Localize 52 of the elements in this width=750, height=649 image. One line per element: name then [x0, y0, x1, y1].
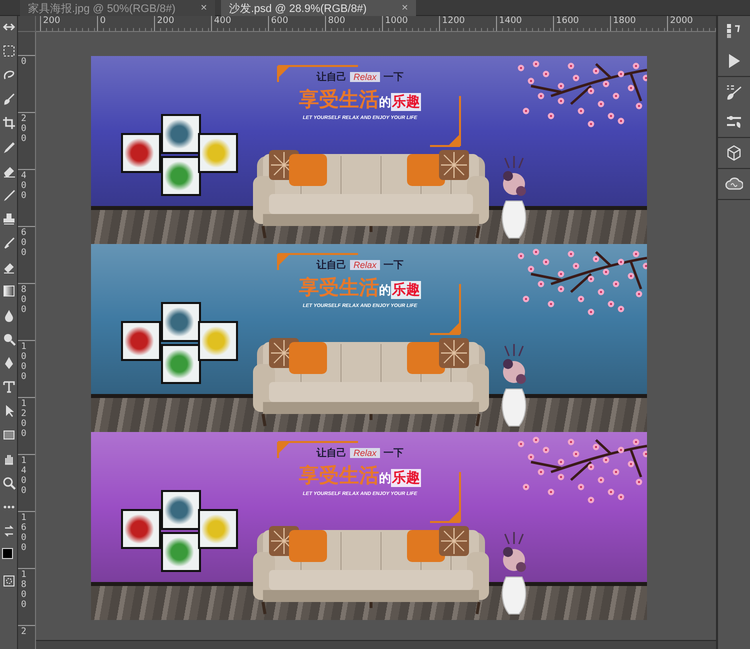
tagline-text: 让自己 [316, 70, 346, 84]
framed-painting [161, 302, 201, 342]
rectangle-icon[interactable] [2, 428, 16, 442]
document-tab[interactable]: 沙发.psd @ 28.9%(RGB/8#) × [221, 0, 416, 16]
headline-text: 享受生活 [299, 86, 379, 113]
framed-painting [161, 344, 201, 384]
framed-painting [198, 509, 238, 549]
headline-text: 享受生活 [299, 274, 379, 301]
headline-text: 享受生活 [299, 462, 379, 489]
tagline-text: 一下 [384, 259, 404, 272]
headline-accent-text: 乐趣 [391, 93, 421, 111]
pencil-icon[interactable] [2, 188, 16, 202]
eyedropper-icon[interactable] [2, 140, 16, 154]
history-icon[interactable] [725, 22, 743, 40]
lasso-icon[interactable] [2, 68, 16, 82]
tagline-text: 一下 [384, 447, 404, 460]
headline-text: 的 [379, 282, 391, 299]
relax-badge: Relax [350, 72, 380, 82]
marquee-icon[interactable] [2, 44, 16, 58]
gradient-icon[interactable] [2, 284, 16, 298]
framed-painting [161, 490, 201, 530]
framed-painting [198, 133, 238, 173]
brush-icon[interactable] [2, 92, 16, 106]
quick-mask-icon[interactable] [2, 574, 16, 588]
framed-painting [121, 509, 161, 549]
eraser-icon[interactable] [2, 164, 16, 178]
framed-painting [161, 156, 201, 196]
framed-painting [161, 532, 201, 572]
search-icon[interactable] [2, 476, 16, 490]
framed-painting [121, 133, 161, 173]
tagline-text: 一下 [384, 71, 404, 84]
headline-accent-text: 乐趣 [391, 281, 421, 299]
tagline-text: 让自己 [316, 258, 346, 272]
sliders-icon[interactable] [725, 113, 743, 131]
relax-badge: Relax [350, 260, 380, 270]
document-tab[interactable]: 家具海报.jpg @ 50%(RGB/8#) × [20, 0, 215, 16]
framed-painting [121, 321, 161, 361]
framed-painting [161, 114, 201, 154]
relax-badge: Relax [350, 448, 380, 458]
history-brush-icon[interactable] [2, 236, 16, 250]
framed-painting [198, 321, 238, 361]
tagline-text: 让自己 [316, 446, 346, 460]
type-icon[interactable] [2, 380, 16, 394]
vertical-ruler: 0 200 400 600 800 1000 1200 1400 1600 1800 2 [18, 32, 36, 649]
crop-icon[interactable] [2, 116, 16, 130]
headline-text: 的 [379, 94, 391, 111]
headline-text: 的 [379, 470, 391, 487]
stamp-icon[interactable] [2, 212, 16, 226]
horizontal-ruler: 200 0 200 400 600 800 1000 1200 1400 1600 1800 2000 [36, 16, 716, 32]
headline-accent-text: 乐趣 [391, 469, 421, 487]
brush-icon[interactable] [725, 83, 743, 101]
cube-icon[interactable] [725, 144, 743, 162]
